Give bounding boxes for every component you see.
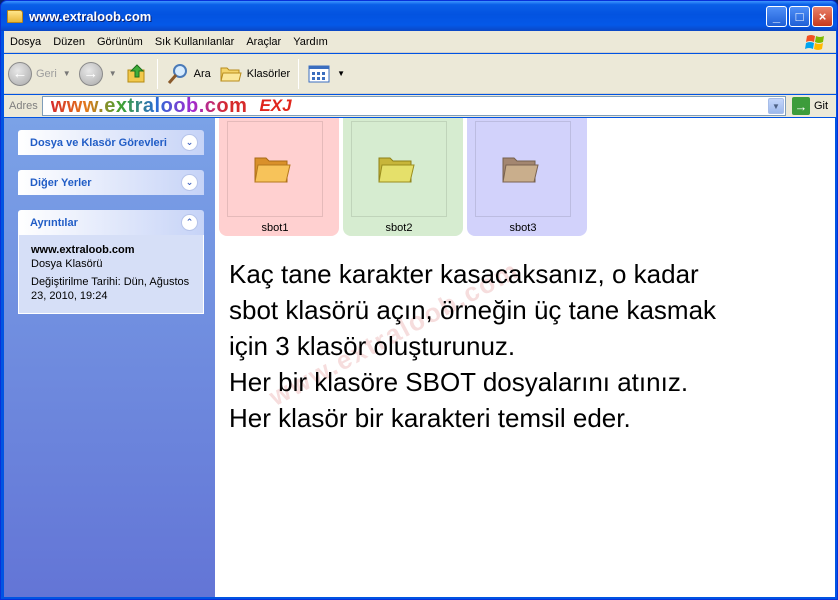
menu-duzen[interactable]: Düzen (47, 36, 91, 48)
folder-icon (254, 157, 291, 183)
search-icon (167, 63, 187, 84)
minimize-icon: _ (772, 9, 781, 24)
details-modified: Değiştirilme Tarihi: Dün, Ağustos 23, 20… (31, 276, 190, 302)
file-list-view: sbot1 sbot2 sbot3 www.extraloob.com Kaç … (215, 118, 835, 597)
extraloob-logo: EXJ (259, 96, 292, 115)
folder-item-sbot3[interactable]: sbot3 (467, 118, 587, 236)
details-name: www.extraloob.com (31, 244, 135, 256)
address-label: Adres (9, 100, 38, 112)
title-bar[interactable]: www.extraloob.com _ □ × (1, 1, 837, 31)
go-label: Git (813, 100, 828, 112)
maximize-icon: □ (795, 9, 804, 24)
folders-icon (220, 67, 242, 81)
go-button[interactable]: → Git (786, 97, 836, 115)
other-places-title: Diğer Yerler (30, 176, 92, 189)
toolbar-separator (156, 58, 158, 89)
instruction-line: sbot klasörü açın, örneğin üç tane kasma… (229, 295, 717, 325)
dropdown-arrow-icon: ▼ (108, 69, 117, 78)
forward-arrow-icon: → (78, 61, 103, 86)
back-arrow-icon: ← (8, 61, 32, 86)
instruction-text: Kaç tane karakter kasacaksanız, o kadar … (229, 256, 829, 436)
folder-item-sbot2[interactable]: sbot2 (343, 118, 463, 236)
folder-icon (7, 9, 23, 23)
views-button[interactable]: ▼ (303, 58, 349, 90)
windows-logo-icon (805, 35, 824, 50)
details-body: www.extraloob.com Dosya Klasörü Değiştir… (18, 235, 204, 314)
chevron-up-icon[interactable]: ⌃ (181, 214, 198, 231)
menu-dosya[interactable]: Dosya (4, 36, 47, 48)
chevron-down-icon[interactable]: ⌄ (181, 134, 198, 151)
folder-item-sbot1[interactable]: sbot1 (219, 118, 339, 236)
folders-button[interactable]: Klasörler (215, 58, 294, 90)
other-places-panel: Diğer Yerler ⌄ (18, 170, 204, 195)
address-dropdown-button[interactable]: ▼ (767, 98, 784, 114)
folder-icon (502, 157, 539, 183)
up-folder-icon (127, 63, 145, 82)
back-button[interactable]: ← Geri ▼ (4, 58, 75, 90)
toolbar: ← Geri ▼ → ▼ Ara Klasörler ▼ (4, 54, 836, 94)
search-label: Ara (193, 67, 211, 80)
menu-araclar[interactable]: Araçlar (240, 36, 287, 48)
address-input[interactable]: www.extraloob.com EXJ ▼ (41, 95, 786, 118)
go-arrow-icon: → (791, 97, 810, 115)
views-icon (308, 65, 330, 82)
details-title: Ayrıntılar (30, 216, 78, 229)
window-title: www.extraloob.com (29, 8, 152, 24)
file-folder-tasks-panel: Dosya ve Klasör Görevleri ⌄ (18, 130, 204, 155)
toolbar-separator (298, 58, 300, 89)
folder-label: sbot1 (261, 222, 289, 234)
close-icon: × (818, 9, 827, 24)
folder-icon (378, 157, 415, 183)
instruction-line: Kaç tane karakter kasacaksanız, o kadar (229, 259, 699, 289)
search-button[interactable]: Ara (162, 58, 215, 90)
details-type: Dosya Klasörü (31, 258, 103, 270)
file-folder-tasks-header[interactable]: Dosya ve Klasör Görevleri ⌄ (18, 130, 204, 155)
maximize-button[interactable]: □ (789, 6, 810, 27)
menu-sik-kullanilanlar[interactable]: Sık Kullanılanlar (149, 36, 241, 48)
instruction-line: Her klasör bir karakteri temsil eder. (229, 403, 631, 433)
task-pane: Dosya ve Klasör Görevleri ⌄ Diğer Yerler… (4, 118, 215, 597)
address-value: www.extraloob.com (51, 95, 248, 118)
address-text: www.extraloob.com (50, 94, 248, 117)
close-button[interactable]: × (812, 6, 833, 27)
up-folder-button[interactable] (121, 58, 153, 90)
forward-button[interactable]: → ▼ (75, 58, 121, 90)
instruction-line: için 3 klasör oluşturunuz. (229, 331, 516, 361)
dropdown-arrow-icon: ▼ (62, 69, 71, 78)
other-places-header[interactable]: Diğer Yerler ⌄ (18, 170, 204, 195)
address-bar: Adres www.extraloob.com EXJ ▼ → Git (4, 95, 836, 117)
chevron-down-icon[interactable]: ⌄ (181, 174, 198, 191)
menu-gorunum[interactable]: Görünüm (91, 36, 149, 48)
minimize-button[interactable]: _ (766, 6, 787, 27)
file-folder-tasks-title: Dosya ve Klasör Görevleri (30, 136, 167, 149)
back-label: Geri (36, 67, 57, 80)
details-panel: Ayrıntılar ⌃ www.extraloob.com Dosya Kla… (18, 210, 204, 314)
instruction-line: Her bir klasöre SBOT dosyalarını atınız. (229, 367, 689, 397)
menu-yardim[interactable]: Yardım (287, 36, 334, 48)
menu-bar: Dosya Düzen Görünüm Sık Kullanılanlar Ar… (4, 31, 836, 53)
folder-label: sbot3 (509, 222, 537, 234)
details-header[interactable]: Ayrıntılar ⌃ (18, 210, 204, 235)
folder-label: sbot2 (385, 222, 413, 234)
folders-label: Klasörler (246, 67, 291, 80)
explorer-window: www.extraloob.com _ □ × Dosya Düzen Görü… (0, 0, 838, 600)
dropdown-arrow-icon: ▼ (337, 69, 346, 78)
